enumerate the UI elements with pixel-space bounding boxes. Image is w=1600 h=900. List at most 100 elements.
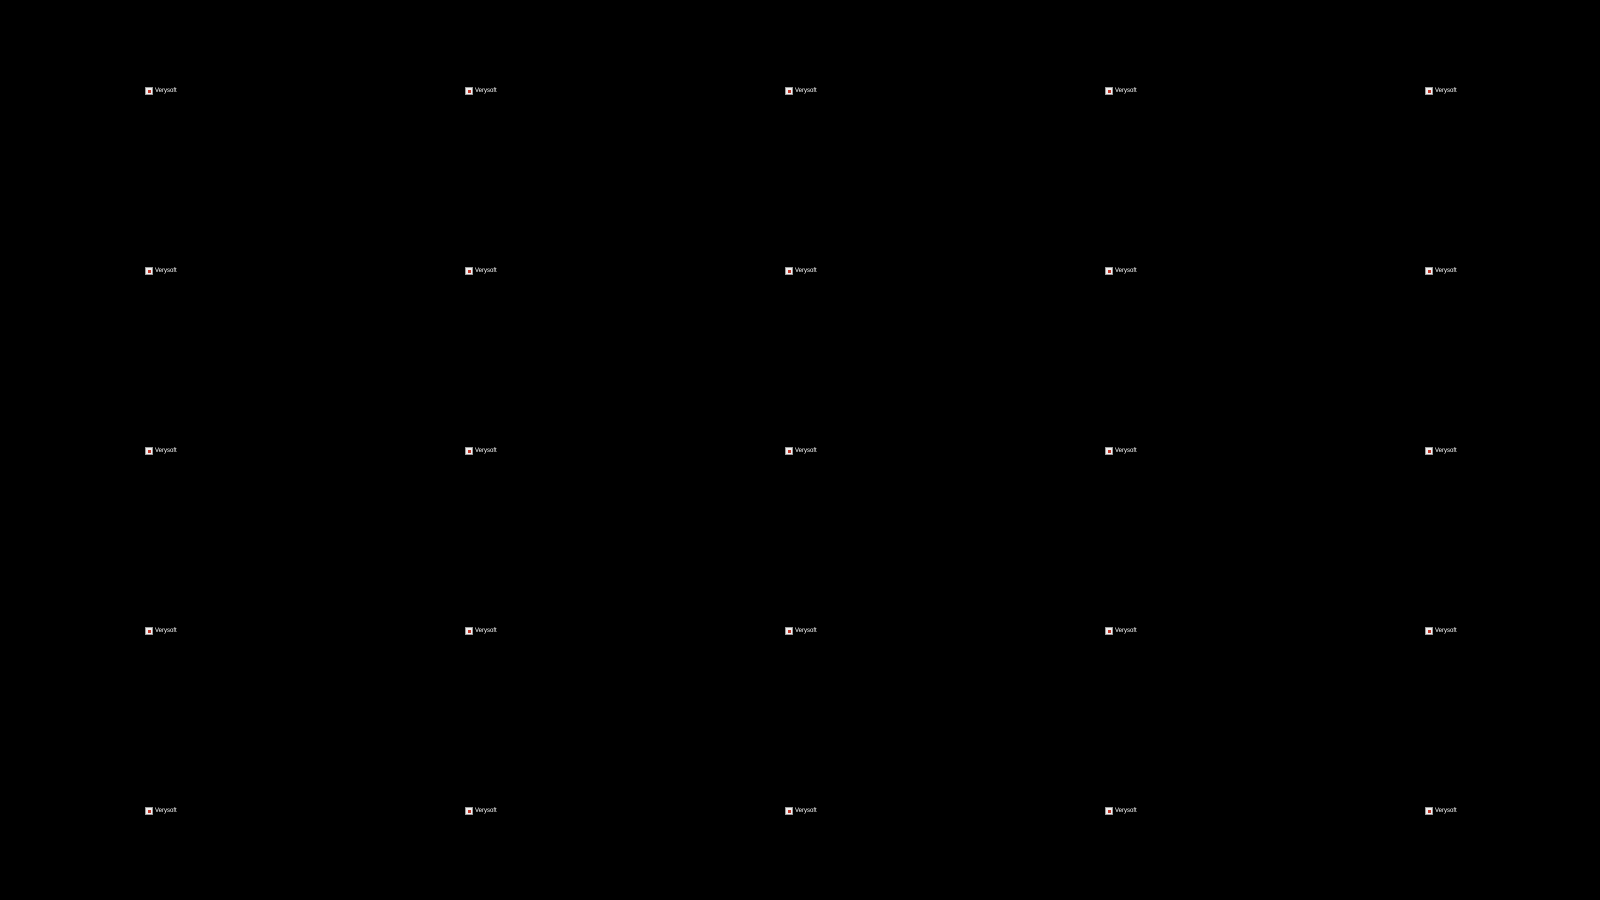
watermark-brand: Verysoft xyxy=(475,628,497,634)
watermark: Verysoft xyxy=(465,444,497,458)
watermark: Verysoft xyxy=(1105,264,1137,278)
verysoft-logo-icon xyxy=(785,807,793,815)
verysoft-logo-icon xyxy=(1105,807,1113,815)
watermark: Verysoft xyxy=(1425,624,1457,638)
watermark: Verysoft xyxy=(1425,804,1457,818)
watermark: Verysoft xyxy=(785,264,817,278)
watermark: Verysoft xyxy=(1425,84,1457,98)
verysoft-logo-icon xyxy=(145,267,153,275)
watermark-brand: Verysoft xyxy=(795,628,817,634)
verysoft-logo-icon xyxy=(785,627,793,635)
verysoft-logo-icon xyxy=(465,807,473,815)
watermark-brand: Verysoft xyxy=(1435,88,1457,94)
watermark-text: Verysoft xyxy=(1115,808,1137,814)
watermark-text: Verysoft xyxy=(155,808,177,814)
verysoft-logo-icon xyxy=(145,627,153,635)
watermark-brand: Verysoft xyxy=(1115,88,1137,94)
watermark: Verysoft xyxy=(785,444,817,458)
watermark: Verysoft xyxy=(465,804,497,818)
watermark-brand: Verysoft xyxy=(475,268,497,274)
watermark: Verysoft xyxy=(1105,804,1137,818)
watermark-text: Verysoft xyxy=(1115,628,1137,634)
watermark-brand: Verysoft xyxy=(475,88,497,94)
watermark-brand: Verysoft xyxy=(1115,268,1137,274)
watermark: Verysoft xyxy=(785,624,817,638)
watermark-brand: Verysoft xyxy=(155,268,177,274)
watermark-brand: Verysoft xyxy=(1115,628,1137,634)
watermark-text: Verysoft xyxy=(1435,448,1457,454)
watermark-text: Verysoft xyxy=(155,88,177,94)
verysoft-logo-icon xyxy=(1105,447,1113,455)
watermark: Verysoft xyxy=(145,444,177,458)
watermark: Verysoft xyxy=(1105,444,1137,458)
verysoft-logo-icon xyxy=(1425,87,1433,95)
watermark-brand: Verysoft xyxy=(795,448,817,454)
watermark: Verysoft xyxy=(145,804,177,818)
verysoft-logo-icon xyxy=(785,447,793,455)
watermark-brand: Verysoft xyxy=(155,448,177,454)
watermark-text: Verysoft xyxy=(1115,88,1137,94)
watermark-text: Verysoft xyxy=(475,808,497,814)
watermark-text: Verysoft xyxy=(475,628,497,634)
watermark: Verysoft xyxy=(465,624,497,638)
watermark: Verysoft xyxy=(785,804,817,818)
watermark-brand: Verysoft xyxy=(795,88,817,94)
verysoft-logo-icon xyxy=(1425,627,1433,635)
watermark-text: Verysoft xyxy=(1435,88,1457,94)
watermark: Verysoft xyxy=(1105,84,1137,98)
watermark: Verysoft xyxy=(465,264,497,278)
verysoft-logo-icon xyxy=(1105,627,1113,635)
watermark-text: Verysoft xyxy=(155,628,177,634)
watermark-text: Verysoft xyxy=(795,448,817,454)
verysoft-logo-icon xyxy=(785,267,793,275)
blank-screen: Verysoft Verysoft Verysoft Verysoft Verysoft… xyxy=(0,0,1600,900)
verysoft-logo-icon xyxy=(145,87,153,95)
verysoft-logo-icon xyxy=(1425,447,1433,455)
watermark: Verysoft xyxy=(145,84,177,98)
verysoft-logo-icon xyxy=(465,87,473,95)
watermark-brand: Verysoft xyxy=(795,268,817,274)
watermark-text: Verysoft xyxy=(795,628,817,634)
watermark-text: Verysoft xyxy=(155,448,177,454)
watermark: Verysoft xyxy=(785,84,817,98)
verysoft-logo-icon xyxy=(465,627,473,635)
watermark-brand: Verysoft xyxy=(1435,628,1457,634)
watermark-text: Verysoft xyxy=(1115,268,1137,274)
watermark-brand: Verysoft xyxy=(795,808,817,814)
watermark-brand: Verysoft xyxy=(155,628,177,634)
watermark-brand: Verysoft xyxy=(475,808,497,814)
verysoft-logo-icon xyxy=(1105,267,1113,275)
watermark-brand: Verysoft xyxy=(155,88,177,94)
watermark-text: Verysoft xyxy=(155,268,177,274)
watermark-text: Verysoft xyxy=(1435,808,1457,814)
watermark: Verysoft xyxy=(145,624,177,638)
watermark-brand: Verysoft xyxy=(475,448,497,454)
watermark: Verysoft xyxy=(1425,444,1457,458)
watermark-brand: Verysoft xyxy=(1435,448,1457,454)
watermark: Verysoft xyxy=(1105,624,1137,638)
verysoft-logo-icon xyxy=(465,447,473,455)
watermark-brand: Verysoft xyxy=(1435,808,1457,814)
watermark-brand: Verysoft xyxy=(1435,268,1457,274)
watermark-text: Verysoft xyxy=(475,448,497,454)
watermark-brand: Verysoft xyxy=(155,808,177,814)
verysoft-logo-icon xyxy=(145,447,153,455)
watermark-text: Verysoft xyxy=(1115,448,1137,454)
watermark-brand: Verysoft xyxy=(1115,808,1137,814)
watermark-text: Verysoft xyxy=(795,268,817,274)
watermark-text: Verysoft xyxy=(475,268,497,274)
verysoft-logo-icon xyxy=(785,87,793,95)
watermark-text: Verysoft xyxy=(475,88,497,94)
watermark-text: Verysoft xyxy=(1435,628,1457,634)
verysoft-logo-icon xyxy=(145,807,153,815)
verysoft-logo-icon xyxy=(1105,87,1113,95)
watermark: Verysoft xyxy=(1425,264,1457,278)
verysoft-logo-icon xyxy=(1425,267,1433,275)
watermark-brand: Verysoft xyxy=(1115,448,1137,454)
watermark-text: Verysoft xyxy=(795,88,817,94)
verysoft-logo-icon xyxy=(1425,807,1433,815)
watermark-text: Verysoft xyxy=(1435,268,1457,274)
watermark-text: Verysoft xyxy=(795,808,817,814)
watermark: Verysoft xyxy=(145,264,177,278)
watermark: Verysoft xyxy=(465,84,497,98)
